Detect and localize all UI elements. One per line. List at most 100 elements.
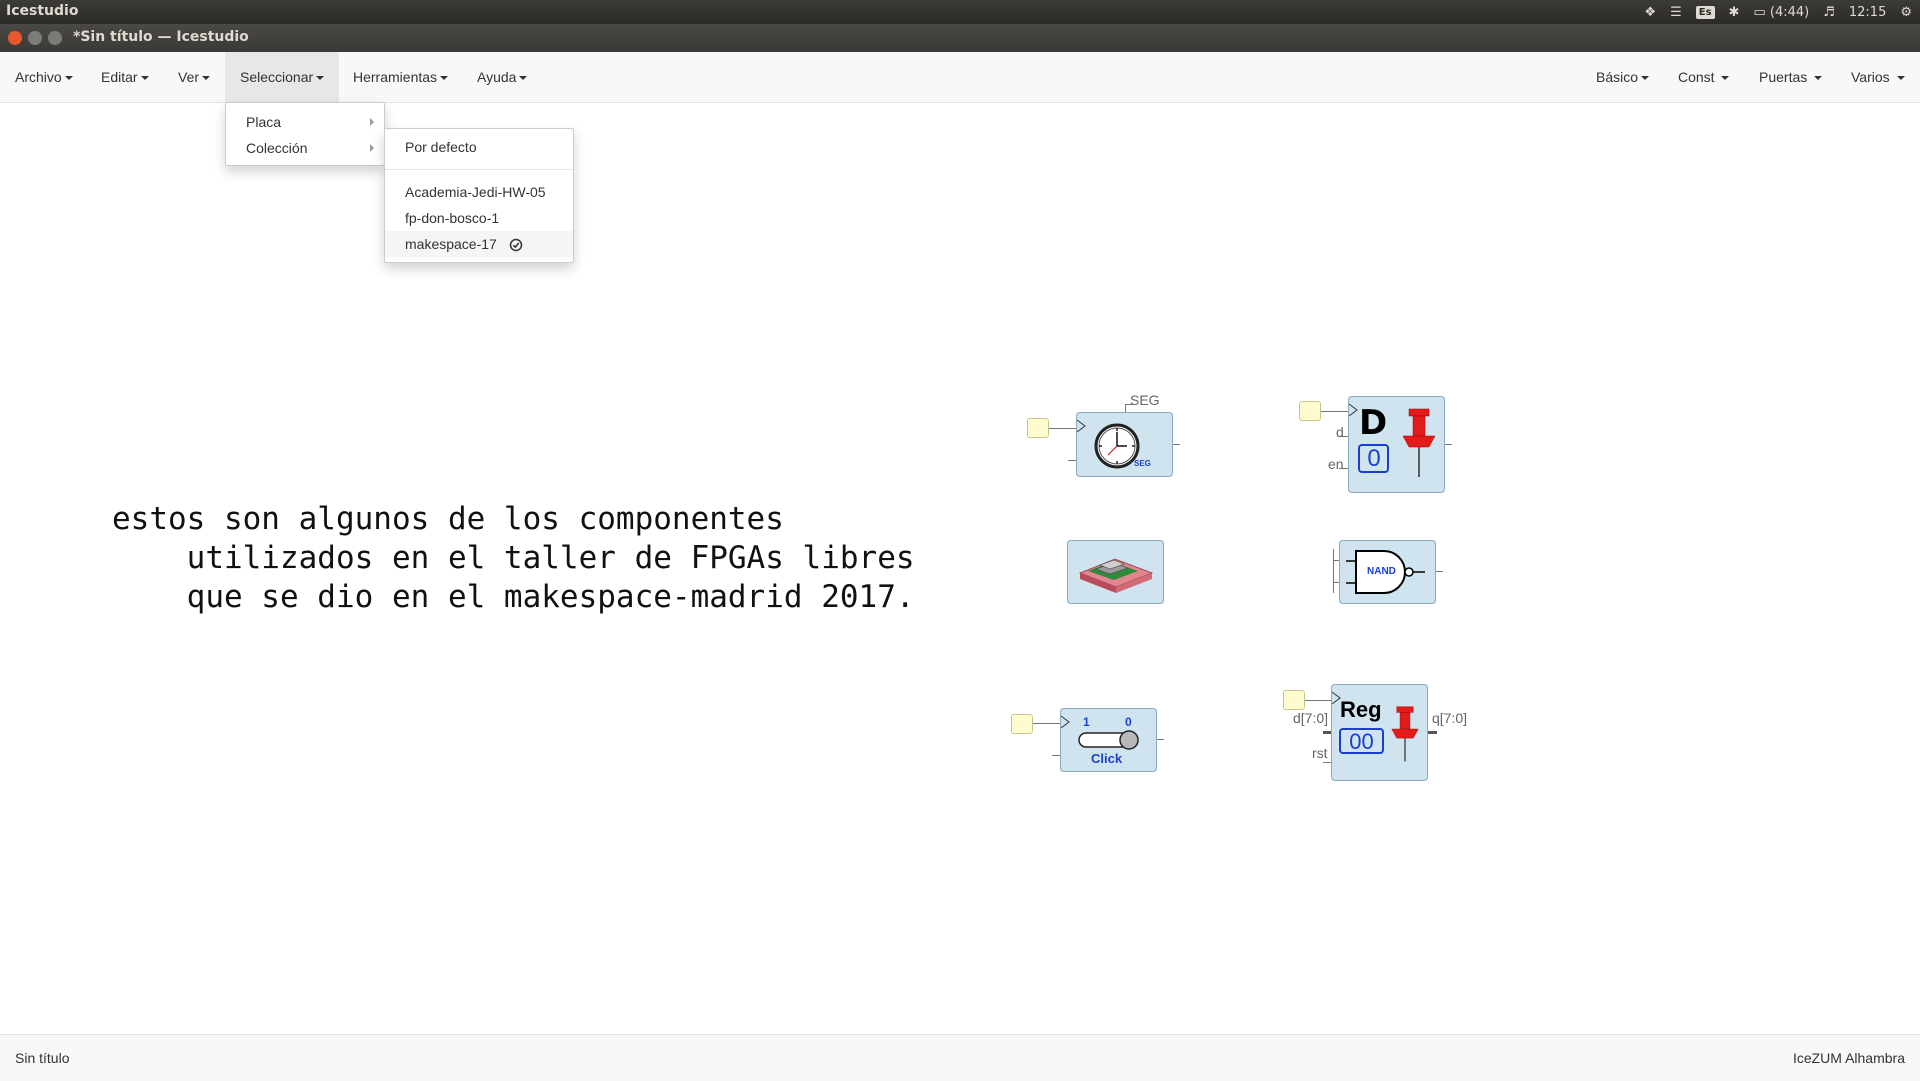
caret-down-icon: [519, 76, 528, 81]
window-close-button[interactable]: [8, 31, 22, 45]
menu-const[interactable]: Const: [1663, 52, 1744, 102]
menu-editar[interactable]: Editar: [86, 52, 164, 102]
menu-label: Ayuda: [477, 69, 517, 85]
nand-gate-block[interactable]: NAND: [1339, 540, 1436, 604]
caret-down-icon: [440, 76, 449, 81]
timer-icon-text: SEG: [1134, 459, 1151, 468]
window-titlebar: *Sin título — Icestudio: [0, 24, 1920, 52]
menu-basico[interactable]: Básico: [1581, 52, 1664, 102]
os-top-panel: Icestudio ❖ ☰ Es ✱ ▭ (4:44) ♬ 12:15 ⚙: [0, 0, 1920, 24]
wire: [1125, 404, 1133, 405]
menubar: Archivo Editar Ver Seleccionar Herramien…: [0, 52, 1920, 103]
battery-indicator[interactable]: ▭ (4:44): [1753, 5, 1809, 20]
d-flipflop-block[interactable]: D 0: [1348, 396, 1445, 493]
menu-label: Archivo: [15, 69, 62, 85]
bluetooth-icon[interactable]: ✱: [1729, 5, 1740, 20]
menu-label: Seleccionar: [240, 69, 314, 85]
wire: [1172, 444, 1180, 445]
window-minimize-button[interactable]: [28, 31, 42, 45]
menu-label: Const: [1678, 69, 1715, 85]
nand-text: NAND: [1367, 566, 1396, 577]
pushpin-icon: [1391, 706, 1419, 762]
button-block[interactable]: 1 0 Click: [1060, 708, 1157, 772]
register-value: 00: [1349, 729, 1374, 754]
caret-down-icon: [1641, 76, 1650, 81]
project-name: Sin título: [15, 1050, 70, 1066]
port-label-q: q[7:0]: [1432, 710, 1468, 726]
wire: [1444, 444, 1452, 445]
chevron-right-icon: [370, 144, 374, 152]
button-text: Click: [1091, 751, 1123, 766]
menu-label: Básico: [1596, 69, 1639, 85]
volume-icon[interactable]: ♬: [1823, 5, 1835, 20]
system-tray: ❖ ☰ Es ✱ ▭ (4:44) ♬ 12:15 ⚙: [1644, 0, 1912, 24]
port-label-d: d[7:0]: [1293, 710, 1329, 726]
seleccionar-dropdown: Placa Colección: [225, 102, 385, 166]
flipflop-value: 0: [1367, 445, 1381, 472]
caret-down-icon: [64, 76, 73, 81]
collection-por-defecto[interactable]: Por defecto: [385, 134, 573, 160]
pushpin-icon: [1402, 408, 1436, 477]
menu-label: Editar: [101, 69, 138, 85]
menu-seleccionar[interactable]: Seleccionar: [225, 52, 340, 102]
wifi-icon[interactable]: ☰: [1670, 5, 1682, 20]
coleccion-submenu: Por defecto Academia-Jedi-HW-05 fp-don-b…: [384, 128, 574, 263]
wire: [1321, 411, 1348, 412]
port-label-rst: rst: [1312, 745, 1328, 761]
menu-item-coleccion[interactable]: Colección: [226, 135, 384, 161]
menu-label: Ver: [178, 69, 200, 85]
port-label-en: en: [1328, 456, 1344, 472]
menu-herramientas[interactable]: Herramientas: [338, 52, 463, 102]
wire: [1125, 404, 1126, 412]
keyboard-layout-indicator[interactable]: Es: [1695, 5, 1715, 19]
menu-archivo[interactable]: Archivo: [0, 52, 88, 102]
window-maximize-button[interactable]: [48, 31, 62, 45]
fpga-board-icon: [1078, 558, 1154, 593]
menu-ver[interactable]: Ver: [163, 52, 225, 102]
status-bar: Sin título IceZUM Alhambra: [0, 1034, 1920, 1081]
board-name[interactable]: IceZUM Alhambra: [1793, 1050, 1905, 1066]
input-pin[interactable]: [1283, 690, 1305, 710]
collection-item-selected[interactable]: makespace-17: [385, 231, 573, 257]
input-pin[interactable]: [1027, 418, 1049, 438]
menu-ayuda[interactable]: Ayuda: [462, 52, 542, 102]
dropbox-icon[interactable]: ❖: [1644, 5, 1656, 20]
port-label-d: d: [1336, 424, 1344, 440]
caret-down-icon: [316, 76, 325, 81]
register-block[interactable]: Reg 00: [1331, 684, 1428, 781]
timer-block[interactable]: SEG: [1076, 412, 1173, 477]
bus-wire: [1428, 731, 1437, 734]
caret-down-icon: [202, 76, 211, 81]
comment-line: estos son algunos de los componentes: [112, 501, 784, 537]
collection-item-label: makespace-17: [405, 236, 497, 252]
menu-label: Herramientas: [353, 69, 438, 85]
register-title: Reg: [1340, 697, 1382, 722]
button-label-right: 0: [1125, 715, 1132, 729]
board-block[interactable]: [1067, 540, 1164, 604]
collection-item[interactable]: Academia-Jedi-HW-05: [385, 179, 573, 205]
input-pin[interactable]: [1299, 401, 1321, 421]
menu-label: Puertas: [1759, 69, 1808, 85]
flipflop-title: D: [1359, 403, 1388, 443]
input-pin[interactable]: [1011, 714, 1033, 734]
collection-item[interactable]: fp-don-bosco-1: [385, 205, 573, 231]
wire: [1052, 755, 1060, 756]
check-circle-icon: [509, 239, 522, 252]
chevron-right-icon: [370, 118, 374, 126]
battery-time: (4:44): [1769, 4, 1810, 20]
port-label: SEG: [1130, 392, 1160, 408]
comment-line: que se dio en el makespace-madrid 2017.: [112, 579, 915, 615]
wire: [1156, 739, 1164, 740]
menu-item-placa[interactable]: Placa: [226, 109, 384, 135]
clock[interactable]: 12:15: [1849, 5, 1886, 20]
wire: [1435, 571, 1443, 572]
battery-icon: ▭: [1753, 4, 1766, 20]
clock-icon: [1077, 419, 1140, 469]
menu-varios[interactable]: Varios: [1836, 52, 1920, 102]
wire: [1305, 700, 1331, 701]
settings-gear-icon[interactable]: ⚙: [1900, 5, 1912, 20]
menu-puertas[interactable]: Puertas: [1744, 52, 1837, 102]
window-title: *Sin título — Icestudio: [73, 29, 249, 45]
canvas-comment[interactable]: estos son algunos de los componentes uti…: [112, 500, 915, 617]
bus-wire: [1323, 731, 1331, 734]
